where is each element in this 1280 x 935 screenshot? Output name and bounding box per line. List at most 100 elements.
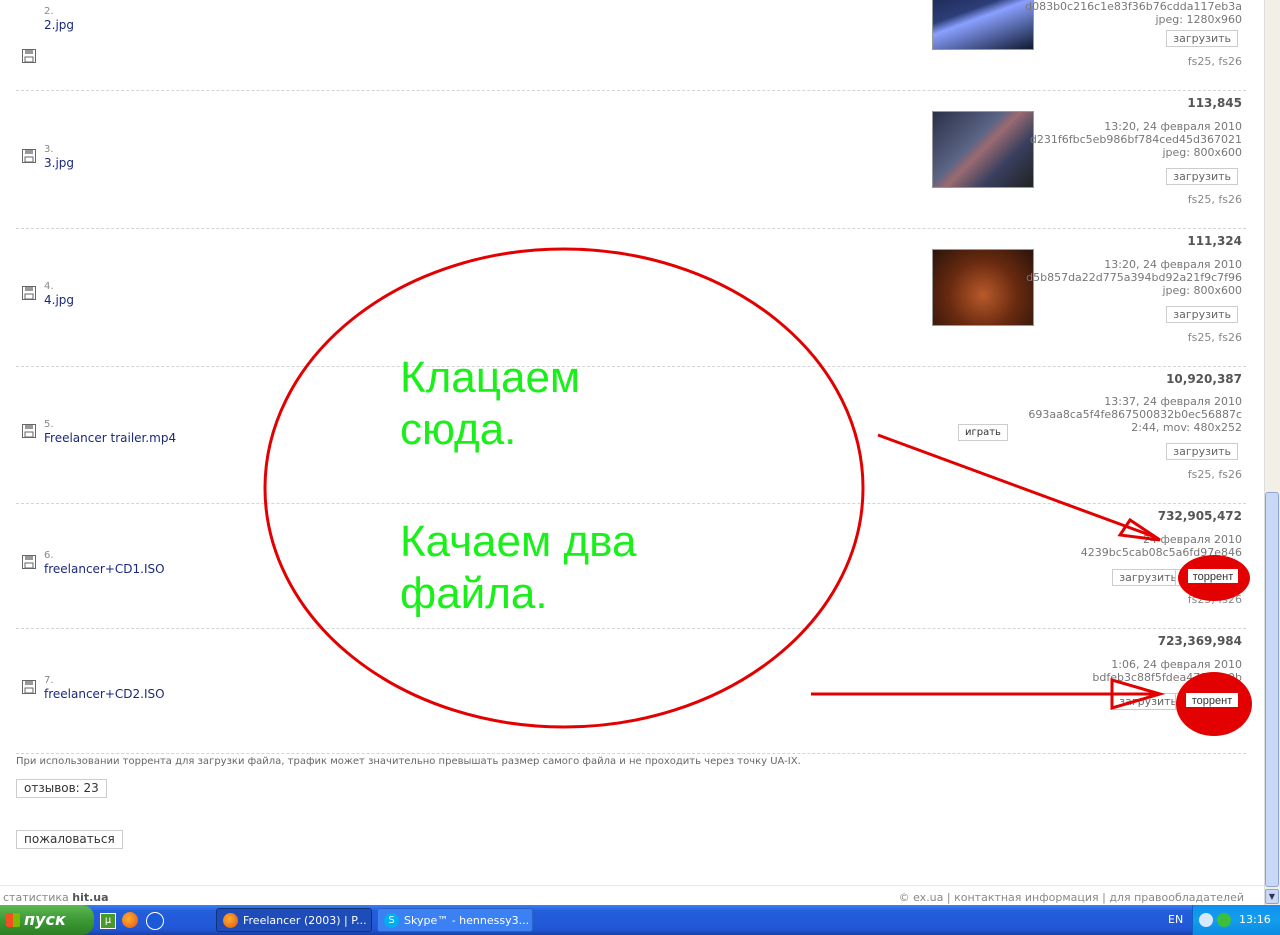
thumbnail-image[interactable] [932,0,1034,50]
complain-button[interactable]: пожаловаться [16,830,123,849]
file-size: 111,324 [1187,234,1242,248]
torrent-button[interactable]: торрент [1174,693,1236,710]
file-tags[interactable]: fs25, fs26 [1188,593,1242,606]
file-row: 3. 3.jpg 113,845 13:20, 24 февраля 2010 … [16,91,1246,229]
file-number: 4. [44,281,54,292]
download-button[interactable]: загрузить [1166,306,1238,323]
start-label: пуск [24,910,66,929]
file-meta: 1:06, 24 февраля 2010 bdfeb3c88f5fdea471… [1092,658,1242,684]
file-tags[interactable]: fs25, fs26 [1188,55,1242,68]
language-indicator[interactable]: EN [1168,913,1183,926]
file-tags[interactable]: fs25, fs26 [1188,468,1242,481]
file-date: 13:37, 24 февраля 2010 [1104,395,1242,408]
download-button[interactable]: загрузить [1112,693,1184,710]
stats-link[interactable]: hit.ua [72,891,108,904]
scroll-down-arrow-icon[interactable]: ▼ [1265,889,1279,904]
file-hash: d083b0c216c1e83f36b76cdda117eb3a [1025,0,1242,13]
floppy-disk-icon [22,285,36,300]
task-label: Freelancer (2003) | P... [243,914,367,927]
taskbar-item-firefox[interactable]: Freelancer (2003) | P... [216,908,372,932]
file-row: 5. Freelancer trailer.mp4 10,920,387 игр… [16,367,1246,504]
download-button[interactable]: загрузить [1166,443,1238,460]
thumbnail-image[interactable] [932,249,1034,326]
firefox-icon[interactable] [122,912,138,928]
file-hash: bdfeb3c88f5fdea47135a0b [1092,671,1242,684]
floppy-disk-icon [22,554,36,569]
firefox-icon [223,913,238,928]
file-hash: 4239bc5cab08c5a6fd97e846 [1080,546,1242,559]
file-meta: d083b0c216c1e83f36b76cdda117eb3a jpeg: 1… [1025,0,1242,26]
reviews-button[interactable]: отзывов: 23 [16,779,107,798]
file-number: 7. [44,675,54,686]
file-meta: 24 февраля 2010 4239bc5cab08c5a6fd97e846 [1081,533,1242,559]
file-date: 13:20, 24 февраля 2010 [1104,258,1242,271]
file-link[interactable]: 2.jpg [44,18,74,32]
task-label: Skype™ - hennessy3... [404,914,530,927]
file-size: 732,905,472 [1157,509,1242,523]
scrollbar-thumb[interactable] [1265,492,1279,887]
file-number: 5. [44,419,54,430]
floppy-disk-icon [22,48,36,63]
file-date: 24 февраля 2010 [1142,533,1242,546]
file-meta: 13:37, 24 февраля 2010 693aa8ca5f4fe8675… [1028,395,1242,434]
file-size: 10,920,387 [1166,372,1242,386]
file-tags[interactable]: fs25, fs2 [1195,717,1242,730]
clock[interactable]: 13:16 [1239,913,1271,926]
download-button[interactable]: загрузить [1166,30,1238,47]
file-row: 4. 4.jpg 111,324 13:20, 24 февраля 2010 … [16,229,1246,367]
file-type: jpeg: 800x600 [1162,146,1243,159]
file-size: 113,845 [1187,96,1242,110]
annotation-text: Клацаем сюда. [400,352,580,456]
quicklaunch-icon[interactable] [146,912,164,930]
file-hash: d231f6fbc5eb986bf784ced45d367021 [1029,133,1242,146]
annotation-line: Клацаем [400,353,581,402]
file-number: 6. [44,550,54,561]
file-row: 7. freelancer+CD2.ISO 723,369,984 1:06, … [16,629,1246,754]
utorrent-icon[interactable]: µ [100,913,116,929]
floppy-disk-icon [22,423,36,438]
floppy-disk-icon [22,148,36,163]
annotation-text: Качаем два файла. [400,516,637,620]
file-type: jpeg: 800x600 [1162,284,1243,297]
taskbar-item-skype[interactable]: S Skype™ - hennessy3... [377,908,533,932]
system-tray: 13:16 [1192,905,1280,935]
file-type: 2:44, mov: 480x252 [1131,421,1242,434]
file-link[interactable]: freelancer+CD1.ISO [44,562,165,576]
torrent-button[interactable]: торрент [1174,569,1236,586]
download-button[interactable]: загрузить [1166,168,1238,185]
footer-links[interactable]: © ex.ua | контактная информация | для пр… [899,891,1244,904]
annotation-line: сюда. [400,405,517,454]
page-content: 2. 2.jpg d083b0c216c1e83f36b76cdda117eb3… [0,0,1264,905]
start-button[interactable]: пуск [0,905,94,935]
file-size: 723,369,984 [1157,634,1242,648]
file-link[interactable]: 4.jpg [44,293,74,307]
file-date: 13:20, 24 февраля 2010 [1104,120,1242,133]
back-arrow-icon[interactable] [1199,913,1213,927]
thumbnail-image[interactable] [932,111,1034,188]
footer-stats: статистика hit.ua [3,891,109,904]
file-hash: 693aa8ca5f4fe867500832b0ec56887c [1028,408,1242,421]
file-number: 3. [44,144,54,155]
file-link[interactable]: 3.jpg [44,156,74,170]
play-button[interactable]: играть [958,424,1008,441]
file-link[interactable]: Freelancer trailer.mp4 [44,431,176,445]
file-meta: 13:20, 24 февраля 2010 d231f6fbc5eb986bf… [1030,120,1242,159]
stats-label: статистика [3,891,69,904]
torrent-notice: При использовании торрента для загрузки … [16,756,801,767]
file-meta: 13:20, 24 февраля 2010 d5b857da22d775a39… [1026,258,1242,297]
file-tags[interactable]: fs25, fs26 [1188,331,1242,344]
file-link[interactable]: freelancer+CD2.ISO [44,687,165,701]
skype-icon: S [384,913,399,928]
file-tags[interactable]: fs25, fs26 [1188,193,1242,206]
file-number: 2. [44,6,54,17]
annotation-line: файла. [400,569,548,618]
download-button[interactable]: загрузить [1112,569,1184,586]
footer-divider [0,885,1264,886]
floppy-disk-icon [22,679,36,694]
file-date: 1:06, 24 февраля 2010 [1111,658,1242,671]
annotation-line: Качаем два [400,517,637,566]
windows-logo-icon [6,913,20,927]
file-type: jpeg: 1280x960 [1155,13,1243,26]
file-hash: d5b857da22d775a394bd92a21f9c7f96 [1026,271,1242,284]
skype-status-icon[interactable] [1217,913,1231,927]
